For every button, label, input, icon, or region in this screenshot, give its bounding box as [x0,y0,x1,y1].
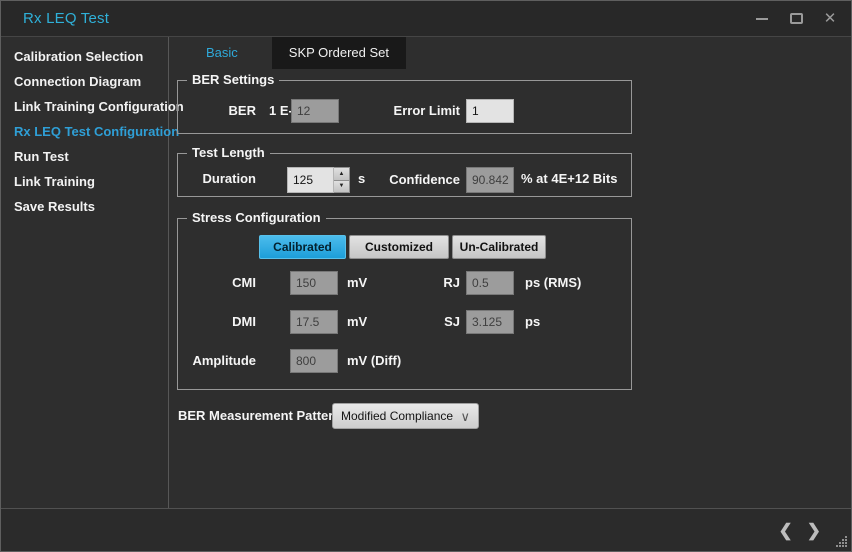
ber-measurement-pattern-value: Modified Compliance [341,409,460,423]
rj-input: 0.5 [466,271,514,295]
sidebar-item-calibration-selection[interactable]: Calibration Selection [1,44,168,69]
ber-label: BER [178,99,256,123]
dmi-label: DMI [178,310,256,334]
ber-exponent-prefix: 1 E- [269,99,293,123]
sj-label: SJ [328,310,460,334]
stress-row-dmi-sj: DMI 17.5 mV SJ 3.125 ps [178,310,631,334]
group-title-ber-settings: BER Settings [187,72,279,87]
amplitude-input: 800 [290,349,338,373]
error-limit-label: Error Limit [328,99,460,123]
confidence-input: 90.842 [466,167,514,193]
next-page-button[interactable]: ❯ [807,522,821,539]
un-calibrated-button[interactable]: Un-Calibrated [452,235,546,259]
duration-label: Duration [178,167,256,191]
close-icon: ✕ [824,11,837,26]
confidence-label: Confidence [328,168,460,192]
sidebar: Calibration Selection Connection Diagram… [1,37,169,508]
sidebar-item-save-results[interactable]: Save Results [1,194,168,219]
sidebar-item-run-test[interactable]: Run Test [1,144,168,169]
confidence-suffix: % at 4E+12 Bits [521,167,617,191]
sidebar-item-link-training[interactable]: Link Training [1,169,168,194]
app-window: Rx LEQ Test ✕ Calibration Selection Conn… [0,0,852,552]
ber-measurement-pattern-label: BER Measurement Pattern [177,404,325,428]
sidebar-item-rx-leq-test-configuration[interactable]: Rx LEQ Test Configuration [1,119,168,144]
ber-measurement-pattern-dropdown[interactable]: Modified Compliance ∨ [332,403,479,429]
duration-input[interactable]: 125 [287,167,334,193]
maximize-button[interactable] [785,8,807,30]
group-ber-settings: BER Settings BER 1 E- 12 Error Limit 1 [177,80,632,134]
group-test-length: Test Length Duration 125 ▲ ▼ s Confidenc… [177,153,632,197]
group-stress-configuration: Stress Configuration Calibrated Customiz… [177,218,632,390]
sidebar-item-link-training-configuration[interactable]: Link Training Configuration [1,94,168,119]
main-panel: Basic SKP Ordered Set BER Settings BER 1… [169,37,851,508]
footer-bar: ❮ ❯ [1,508,851,551]
cmi-label: CMI [178,271,256,295]
resize-grip[interactable] [836,536,849,549]
prev-page-button[interactable]: ❮ [779,522,793,539]
sidebar-item-connection-diagram[interactable]: Connection Diagram [1,69,168,94]
error-limit-input[interactable]: 1 [466,99,514,123]
sj-unit: ps [525,310,540,334]
rj-label: RJ [328,271,460,295]
stress-row-amplitude: Amplitude 800 mV (Diff) [178,349,631,373]
rj-unit: ps (RMS) [525,271,581,295]
sj-input: 3.125 [466,310,514,334]
tab-bar: Basic SKP Ordered Set [169,37,851,69]
minimize-icon [756,18,768,20]
maximize-icon [790,13,803,24]
basic-tab-content: BER Settings BER 1 E- 12 Error Limit 1 T… [169,69,851,429]
amplitude-label: Amplitude [178,349,256,373]
ber-measurement-pattern-row: BER Measurement Pattern Modified Complia… [177,403,851,429]
window-controls: ✕ [751,8,841,30]
calibrated-button[interactable]: Calibrated [259,235,346,259]
test-length-row: Duration 125 ▲ ▼ s Confidence 90.842 % a… [178,167,631,193]
window-title: Rx LEQ Test [23,10,109,27]
ber-settings-row: BER 1 E- 12 Error Limit 1 [178,99,631,123]
stress-mode-buttons: Calibrated Customized Un-Calibrated [178,235,631,259]
window-body: Calibration Selection Connection Diagram… [1,37,851,508]
titlebar: Rx LEQ Test ✕ [1,1,851,37]
minimize-button[interactable] [751,8,773,30]
amplitude-unit: mV (Diff) [347,349,401,373]
stress-row-cmi-rj: CMI 150 mV RJ 0.5 ps (RMS) [178,271,631,295]
tab-basic[interactable]: Basic [175,37,269,69]
tab-skp-ordered-set[interactable]: SKP Ordered Set [272,37,406,69]
group-title-test-length: Test Length [187,145,270,160]
close-button[interactable]: ✕ [819,8,841,30]
chevron-down-icon: ∨ [460,410,470,423]
group-title-stress-configuration: Stress Configuration [187,210,326,225]
customized-button[interactable]: Customized [349,235,449,259]
